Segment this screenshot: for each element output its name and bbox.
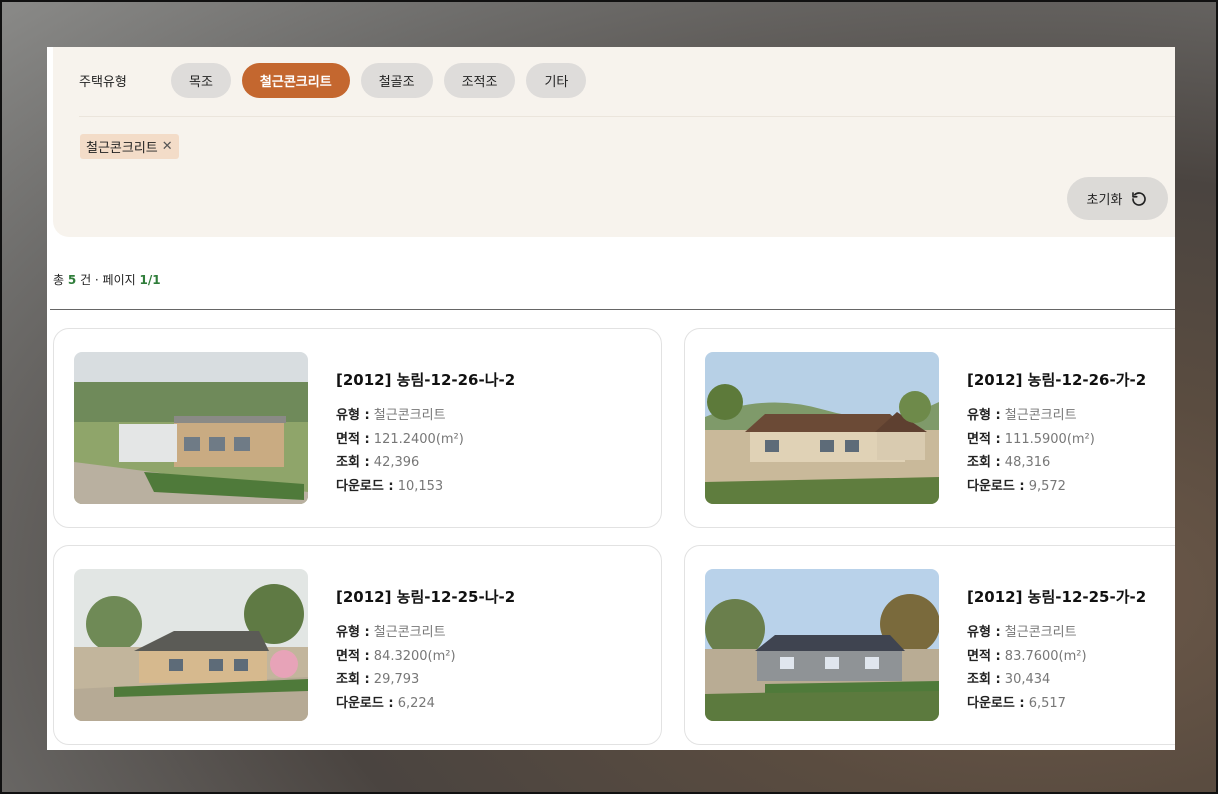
views-value: 30,434 [1004, 672, 1051, 687]
downloads-value: 10,153 [397, 478, 444, 494]
chip-masonry[interactable]: 조적조 [443, 63, 516, 98]
area-value: 121.2400(m²) [373, 431, 464, 447]
type-label: 유형 : [336, 408, 370, 423]
house-title[interactable]: [2012] 농림-12-25-나-2 [336, 586, 515, 607]
area-value: 84.3200(m²) [373, 648, 456, 664]
house-meta: 유형 : 철근콘크리트 면적 : 83.7600(m²) 조회 : 30,434… [967, 621, 1087, 715]
area-label: 면적 : [967, 648, 1001, 664]
house-thumbnail[interactable] [74, 352, 308, 504]
views-value: 29,793 [373, 672, 420, 687]
downloads-label: 다운로드 : [336, 478, 394, 494]
filter-divider [79, 116, 1175, 117]
house-meta: 유형 : 철근콘크리트 면적 : 121.2400(m²) 조회 : 42,39… [336, 404, 464, 498]
total-pages: 1 [152, 273, 161, 287]
type-label: 유형 : [336, 625, 370, 640]
current-page: 1 [139, 273, 148, 287]
house-card[interactable]: [2012] 농림-12-25-나-2 유형 : 철근콘크리트 면적 : 84.… [53, 545, 662, 745]
type-value: 철근콘크리트 [1004, 625, 1077, 640]
area-label: 면적 : [967, 431, 1001, 447]
house-meta: 유형 : 철근콘크리트 면적 : 111.5900(m²) 조회 : 48,31… [967, 404, 1095, 498]
type-label: 유형 : [967, 408, 1001, 423]
downloads-label: 다운로드 : [967, 478, 1025, 494]
house-card[interactable]: [2012] 농림-12-25-가-2 유형 : 철근콘크리트 면적 : 83.… [684, 545, 1175, 745]
type-label: 유형 : [967, 625, 1001, 640]
views-label: 조회 : [336, 672, 370, 687]
downloads-label: 다운로드 : [336, 695, 394, 711]
downloads-label: 다운로드 : [967, 695, 1025, 711]
housing-type-label: 주택유형 [79, 75, 127, 90]
chip-wood[interactable]: 목조 [171, 63, 231, 98]
housing-type-chips: 목조 철근콘크리트 철골조 조적조 기타 [171, 63, 587, 98]
house-thumbnail[interactable] [705, 569, 939, 721]
result-summary: 총 5 건 · 페이지 1/1 [53, 271, 161, 288]
filter-box: 주택유형 목조 철근콘크리트 철골조 조적조 기타 철근콘크리트 ✕ 초기화 [53, 47, 1175, 237]
remove-tag-icon[interactable]: ✕ [162, 139, 173, 154]
views-label: 조회 : [967, 672, 1001, 687]
views-value: 42,396 [373, 455, 420, 470]
chip-steel-frame[interactable]: 철골조 [360, 63, 433, 98]
selected-filter-tag-label: 철근콘크리트 [86, 141, 158, 156]
house-title[interactable]: [2012] 농림-12-25-가-2 [967, 586, 1146, 607]
downloads-value: 6,224 [397, 695, 435, 711]
house-meta: 유형 : 철근콘크리트 면적 : 84.3200(m²) 조회 : 29,793… [336, 621, 456, 715]
views-value: 48,316 [1004, 455, 1051, 470]
area-value: 111.5900(m²) [1004, 431, 1095, 447]
house-title[interactable]: [2012] 농림-12-26-가-2 [967, 369, 1146, 390]
result-count: 5 [67, 273, 77, 287]
area-label: 면적 : [336, 648, 370, 664]
reset-icon [1132, 191, 1147, 206]
selected-filter-tag: 철근콘크리트 ✕ [80, 134, 179, 159]
area-label: 면적 : [336, 431, 370, 447]
type-value: 철근콘크리트 [1004, 408, 1077, 423]
area-value: 83.7600(m²) [1004, 648, 1087, 664]
chip-reinforced-concrete[interactable]: 철근콘크리트 [241, 63, 350, 98]
downloads-value: 9,572 [1028, 478, 1066, 494]
house-card[interactable]: [2012] 농림-12-26-나-2 유형 : 철근콘크리트 면적 : 121… [53, 328, 662, 528]
house-card[interactable]: [2012] 농림-12-26-가-2 유형 : 철근콘크리트 면적 : 111… [684, 328, 1175, 528]
views-label: 조회 : [967, 455, 1001, 470]
reset-button-label: 초기화 [1086, 193, 1123, 208]
views-label: 조회 : [336, 455, 370, 470]
house-thumbnail[interactable] [705, 352, 939, 504]
reset-button[interactable]: 초기화 [1067, 177, 1168, 220]
chip-other[interactable]: 기타 [526, 63, 587, 98]
downloads-value: 6,517 [1028, 695, 1066, 711]
content-panel: 주택유형 목조 철근콘크리트 철골조 조적조 기타 철근콘크리트 ✕ 초기화 총… [47, 47, 1175, 750]
house-title[interactable]: [2012] 농림-12-26-나-2 [336, 369, 515, 390]
type-value: 철근콘크리트 [373, 625, 446, 640]
summary-unit: 건 · 페이지 [80, 273, 136, 287]
type-value: 철근콘크리트 [373, 408, 446, 423]
list-divider [50, 309, 1175, 310]
house-thumbnail[interactable] [74, 569, 308, 721]
summary-prefix: 총 [53, 273, 65, 287]
